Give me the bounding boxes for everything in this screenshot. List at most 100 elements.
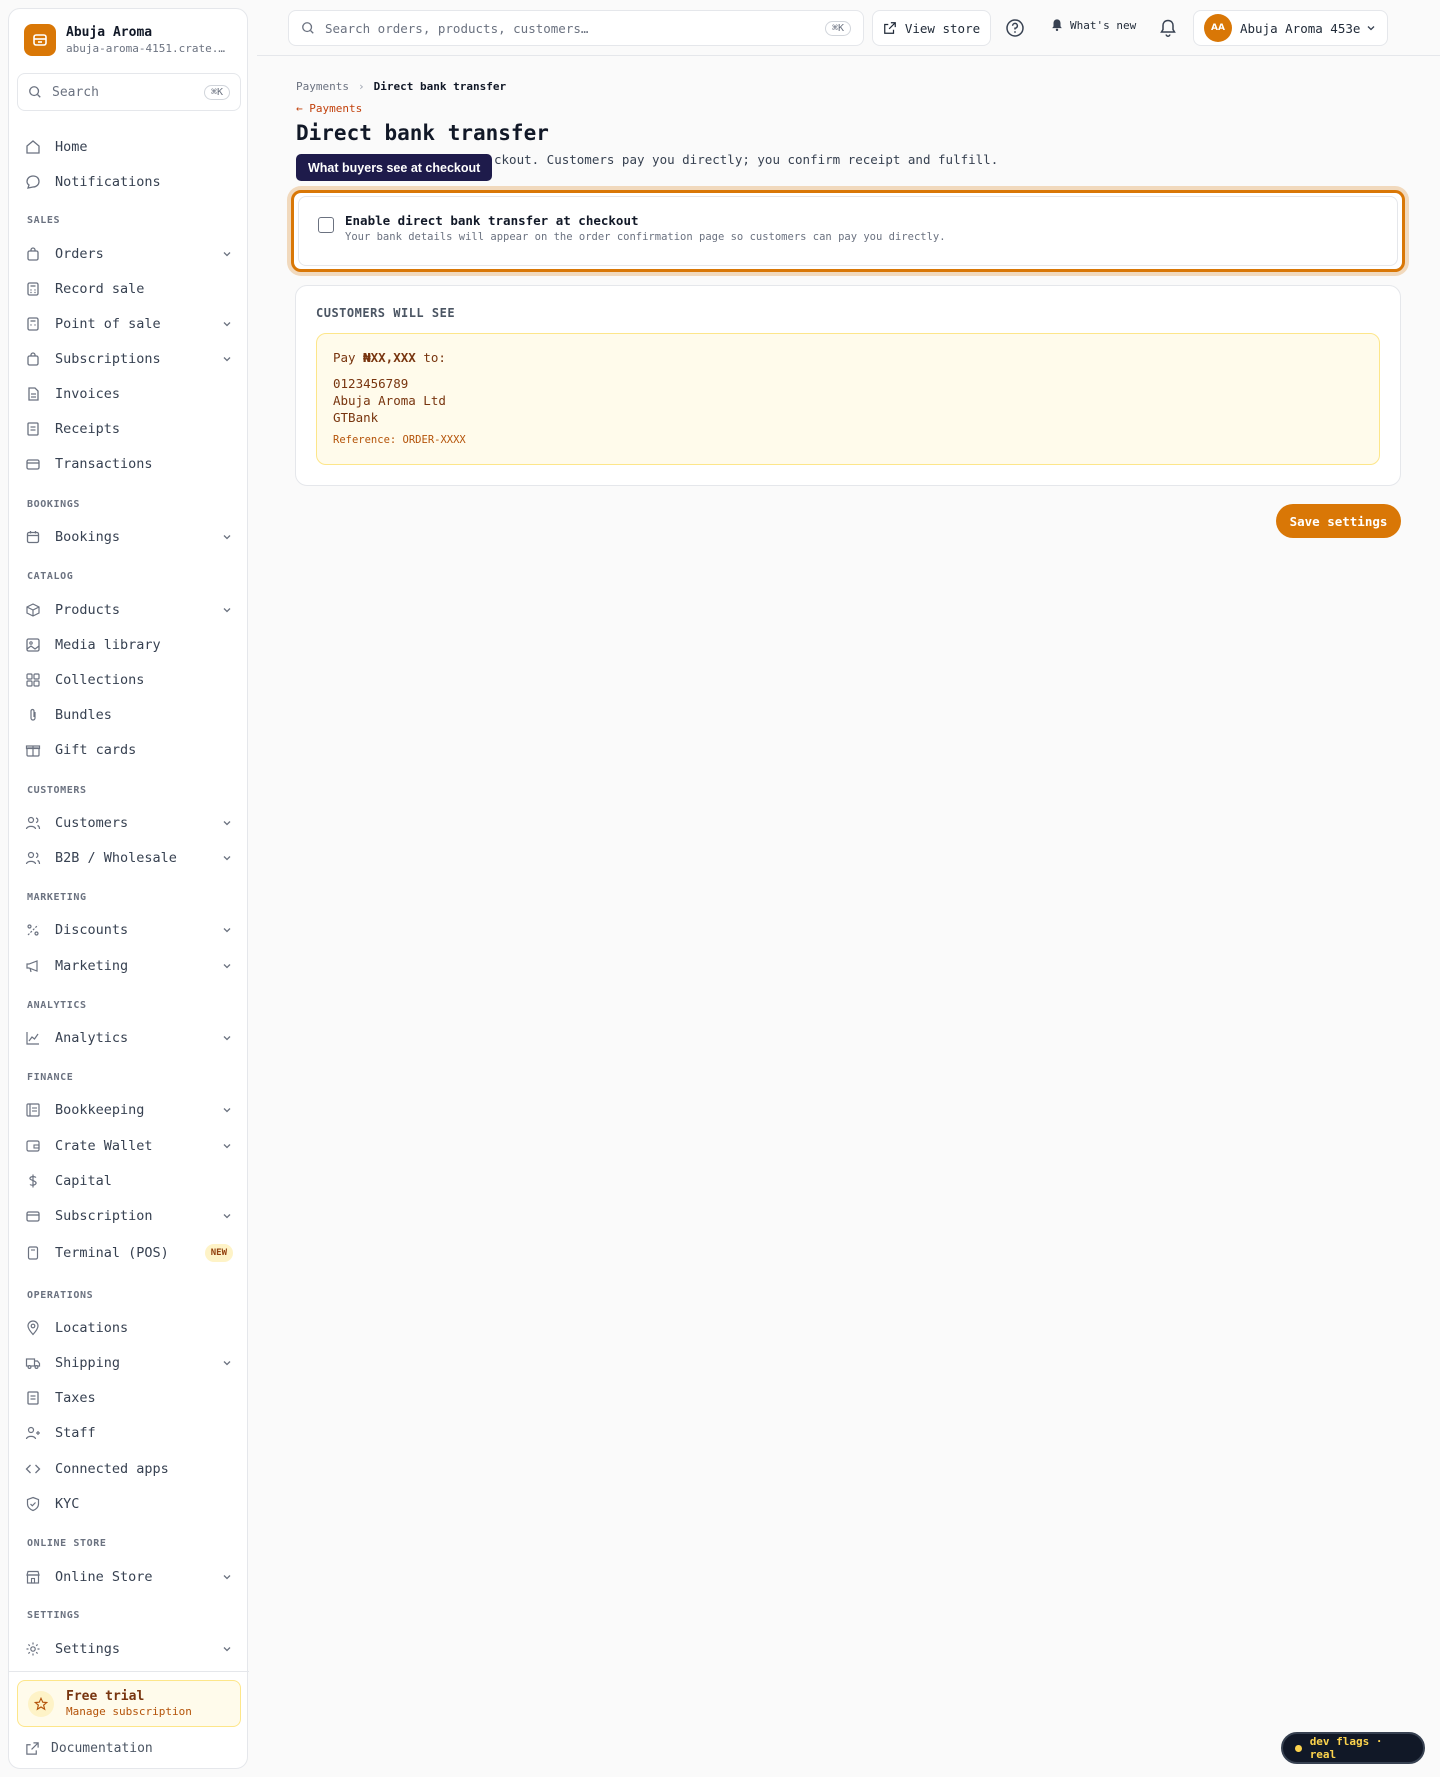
bell-icon[interactable] [1158, 18, 1178, 38]
tour-tooltip: What buyers see at checkout [296, 154, 493, 181]
receipt-icon [25, 421, 41, 437]
sidebar-item-label: Subscription [55, 1208, 153, 1224]
sidebar-item-transactions[interactable]: Transactions [17, 449, 241, 479]
back-link[interactable]: ← Payments [296, 102, 362, 115]
breadcrumb-current: Direct bank transfer [373, 80, 507, 93]
gear-icon [25, 1641, 41, 1657]
sidebar-item-locations[interactable]: Locations [17, 1313, 241, 1343]
dev-flags-pill[interactable]: dev flags · real [1281, 1732, 1425, 1764]
sidebar-item-invoices[interactable]: Invoices [17, 379, 241, 409]
dev-flags-label: dev flags · real [1309, 1735, 1383, 1761]
sidebar-item-receipts[interactable]: Receipts [17, 414, 241, 444]
chevron-down-icon [223, 821, 231, 826]
chevron-down-icon [223, 1647, 231, 1652]
save-settings-button[interactable]: Save settings [1276, 504, 1401, 538]
section-online-store: ONLINE STORE [27, 1538, 107, 1549]
shortcut-badge: ⌘K [203, 84, 230, 100]
wallet-icon [25, 1138, 41, 1154]
account-number: 0123456789 [333, 376, 409, 391]
section-analytics: ANALYTICS [27, 1000, 87, 1011]
sidebar-item-analytics[interactable]: Analytics [17, 1023, 241, 1053]
percent-icon [25, 922, 41, 938]
sidebar-item-label: Settings [55, 1641, 121, 1657]
sidebar-item-label: Notifications [55, 174, 161, 190]
calculator-icon [25, 316, 41, 332]
chevron-down-icon [223, 1108, 231, 1113]
free-trial-card[interactable]: Free trial Manage subscription [17, 1680, 241, 1727]
sidebar-item-connected-apps[interactable]: Connected apps [17, 1454, 241, 1484]
chevron-down-icon [223, 1036, 231, 1041]
sidebar-item-label: Bookings [55, 529, 121, 545]
bag-icon [25, 246, 41, 262]
enable-title[interactable]: Enable direct bank transfer at checkout [345, 213, 639, 228]
sidebar-item-label: Bundles [55, 707, 112, 723]
storefront-icon [25, 1569, 41, 1585]
sidebar-item-subscription[interactable]: Subscription [17, 1201, 241, 1231]
brand[interactable]: Abuja Aroma abuja-aroma-4151.crate.t… [24, 24, 231, 56]
sidebar-item-marketing[interactable]: Marketing [17, 951, 241, 981]
pay-suffix: to: [423, 350, 446, 365]
bank-name: GTBank [333, 410, 379, 425]
sidebar-item-label: Connected apps [55, 1461, 169, 1477]
credit-card-icon [25, 456, 41, 472]
sidebar-item-staff[interactable]: Staff [17, 1418, 241, 1448]
sidebar-item-crate-wallet[interactable]: Crate Wallet [17, 1131, 241, 1161]
section-catalog: CATALOG [27, 571, 74, 582]
sidebar-item-media-library[interactable]: Media library [17, 630, 241, 660]
sidebar-item-gift-cards[interactable]: Gift cards [17, 735, 241, 765]
store-domain: abuja-aroma-4151.crate.t… [66, 42, 231, 55]
truck-icon [25, 1355, 41, 1371]
help-icon[interactable] [1005, 18, 1025, 38]
sidebar-item-discounts[interactable]: Discounts [17, 915, 241, 945]
section-marketing: MARKETING [27, 892, 87, 903]
sidebar-item-online-store[interactable]: Online Store [17, 1562, 241, 1592]
sidebar-search[interactable]: Search ⌘K [17, 73, 241, 111]
sidebar-item-record-sale[interactable]: Record sale [17, 274, 241, 304]
chat-icon [25, 174, 41, 190]
sidebar-item-bookings[interactable]: Bookings [17, 522, 241, 552]
enable-checkbox[interactable] [318, 217, 334, 233]
sidebar-item-label: Taxes [55, 1390, 96, 1406]
documentation-link[interactable]: Documentation [25, 1741, 153, 1756]
sidebar-item-products[interactable]: Products [17, 595, 241, 625]
sidebar-item-label: Receipts [55, 421, 121, 437]
chevron-down-icon [223, 928, 231, 933]
global-search[interactable]: Search orders, products, customers… ⌘K [288, 10, 864, 46]
preview-label: CUSTOMERS WILL SEE [316, 306, 456, 320]
search-icon [302, 22, 314, 34]
sidebar-item-label: Customers [55, 815, 129, 831]
sidebar-item-point-of-sale[interactable]: Point of sale [17, 309, 241, 339]
view-store-button[interactable]: View store [872, 10, 991, 46]
user-plus-icon [25, 1425, 41, 1441]
breadcrumb: Payments › Direct bank transfer [296, 80, 506, 93]
sidebar-item-collections[interactable]: Collections [17, 665, 241, 695]
sidebar-item-shipping[interactable]: Shipping [17, 1348, 241, 1378]
sidebar-item-bundles[interactable]: Bundles [17, 700, 241, 730]
account-menu[interactable]: AA Abuja Aroma 453e [1193, 10, 1388, 46]
sidebar-item-b2b[interactable]: B2B / Wholesale [17, 843, 241, 873]
sidebar-item-home[interactable]: Home [17, 132, 241, 162]
sidebar: Abuja Aroma abuja-aroma-4151.crate.t… Se… [8, 8, 249, 1769]
global-search-placeholder: Search orders, products, customers… [325, 20, 589, 36]
sidebar-item-subscriptions[interactable]: Subscriptions [17, 344, 241, 374]
chevron-down-icon [223, 252, 231, 257]
sidebar-item-label: Transactions [55, 456, 153, 472]
chevron-down-icon [223, 535, 231, 540]
sidebar-item-settings[interactable]: Settings [17, 1634, 241, 1664]
chevron-down-icon [223, 1144, 231, 1149]
whats-new-button[interactable]: What's new [1050, 18, 1136, 32]
external-link-icon [883, 22, 896, 34]
sidebar-item-orders[interactable]: Orders [17, 239, 241, 269]
avatar: AA [1204, 14, 1232, 42]
sidebar-item-kyc[interactable]: KYC [17, 1489, 241, 1519]
sidebar-item-terminal[interactable]: Terminal (POS) NEW [17, 1238, 241, 1268]
sidebar-divider [9, 1671, 249, 1672]
sidebar-item-customers[interactable]: Customers [17, 808, 241, 838]
pay-prefix: Pay [333, 350, 356, 365]
sidebar-item-capital[interactable]: Capital [17, 1166, 241, 1196]
sidebar-item-notifications[interactable]: Notifications [17, 167, 241, 197]
breadcrumb-parent[interactable]: Payments [296, 80, 349, 93]
chevron-down-icon [223, 1575, 231, 1580]
sidebar-item-bookkeeping[interactable]: Bookkeeping [17, 1095, 241, 1125]
sidebar-item-taxes[interactable]: Taxes [17, 1383, 241, 1413]
